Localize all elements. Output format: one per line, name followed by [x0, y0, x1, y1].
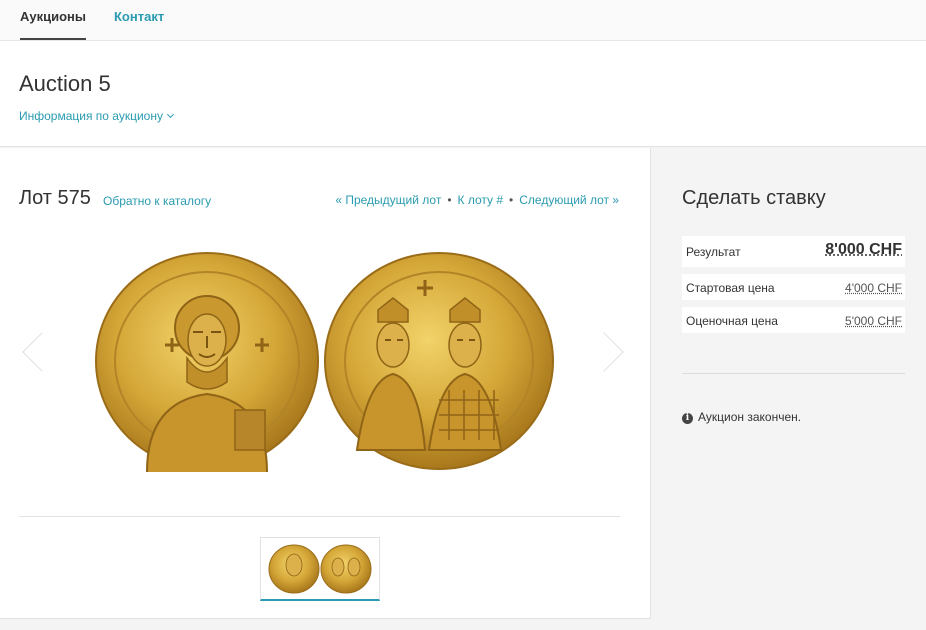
bottom-strip	[0, 618, 651, 630]
estimate-label: Оценочная цена	[686, 314, 778, 328]
coin-obverse	[95, 252, 319, 472]
estimate-value[interactable]: 5'000 CHF	[845, 314, 902, 328]
top-navigation: Аукционы Контакт	[0, 0, 926, 41]
auction-header: Auction 5 Информация по аукциону	[0, 41, 926, 147]
auction-status: i Аукцион закончен.	[682, 410, 801, 425]
auction-status-text: Аукцион закончен.	[698, 410, 802, 424]
image-divider	[19, 516, 620, 517]
back-to-catalog-link[interactable]: Обратно к каталогу	[103, 194, 211, 208]
info-circle-icon: i	[682, 413, 693, 424]
result-value[interactable]: 8'000 CHF	[825, 241, 902, 259]
nav-separator: •	[447, 193, 452, 207]
chevron-left-icon[interactable]	[22, 332, 62, 372]
result-label: Результат	[686, 245, 741, 259]
tab-auctions[interactable]: Аукционы	[20, 9, 87, 40]
tab-contact[interactable]: Контакт	[114, 9, 164, 24]
start-price-label: Стартовая цена	[686, 281, 775, 295]
nav-separator: •	[509, 193, 514, 207]
coin-reverse	[324, 252, 554, 470]
goto-lot-link[interactable]: К лоту #	[458, 193, 504, 207]
lot-panel: Лот 575 Обратно к каталогу « Предыдущий …	[0, 148, 651, 618]
result-row: Результат 8'000 CHF	[682, 236, 905, 267]
previous-lot-link[interactable]: « Предыдущий лот	[335, 193, 441, 207]
bid-panel-title: Сделать ставку	[682, 187, 826, 209]
thumbnail-coins	[268, 544, 372, 594]
lot-navigation: « Предыдущий лот • К лоту # • Следующий лот …	[335, 193, 619, 207]
start-price-row: Стартовая цена 4'000 CHF	[682, 274, 905, 300]
auction-info-label: Информация по аукциону	[19, 109, 163, 123]
next-lot-link[interactable]: Следующий лот »	[519, 193, 619, 207]
bid-divider	[682, 373, 905, 374]
coin-image[interactable]	[95, 250, 555, 472]
auction-info-dropdown[interactable]: Информация по аукциону	[19, 109, 175, 123]
chevron-right-icon[interactable]	[584, 332, 624, 372]
page-title: Auction 5	[19, 71, 111, 96]
lot-title: Лот 575	[19, 187, 91, 209]
chevron-down-icon	[166, 110, 175, 119]
bid-panel: Сделать ставку Результат 8'000 CHF Старт…	[652, 148, 926, 630]
thumbnail-image[interactable]	[260, 537, 380, 601]
start-price-value[interactable]: 4'000 CHF	[845, 281, 902, 295]
estimate-row: Оценочная цена 5'000 CHF	[682, 307, 905, 333]
